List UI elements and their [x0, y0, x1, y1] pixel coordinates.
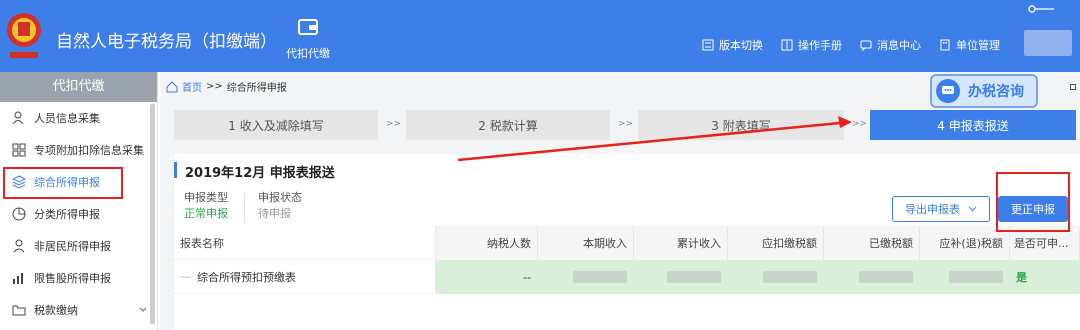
sidebar-title: 代扣代缴	[0, 72, 157, 102]
sidebar-item-nonresident-income[interactable]: 非居民所得申报	[0, 230, 157, 262]
sidebar-item-label: 非居民所得申报	[34, 240, 111, 253]
message-icon	[860, 40, 872, 51]
step-separator: >>	[618, 119, 634, 129]
declarable-cell: 是	[1010, 260, 1080, 294]
window-restore-icon[interactable]	[1070, 84, 1076, 90]
panel-title: 2019年12月 申报表报送	[174, 162, 335, 181]
chevron-down-icon	[139, 307, 147, 312]
sidebar-item-label: 专项附加扣除信息采集	[34, 144, 144, 157]
declare-type-key: 申报类型	[184, 191, 228, 204]
user-icon	[13, 239, 25, 253]
step-income-deduction[interactable]: 1 收入及减除填写	[174, 110, 378, 140]
app-title: 自然人电子税务局（扣缴端）	[56, 32, 277, 52]
grid-icon	[12, 143, 26, 157]
col-header-taxpayer-count: 纳税人数	[436, 226, 538, 260]
report-panel: 2019年12月 申报表报送 申报类型 正常申报 申报状态 待申报 导出申报表 …	[174, 154, 1080, 330]
manual-label: 操作手册	[798, 39, 842, 52]
manual-link[interactable]: 操作手册	[781, 37, 842, 53]
declare-type-value: 正常申报	[184, 207, 228, 220]
table-row[interactable]: — 综合所得预扣预缴表 -- 是	[174, 260, 1080, 294]
redacted-value	[949, 271, 1003, 283]
sidebar-item-label: 人员信息采集	[34, 112, 100, 125]
step-separator: >>	[386, 119, 402, 129]
step-tax-calc[interactable]: 2 税款计算	[406, 110, 610, 140]
redacted-value	[859, 271, 913, 283]
col-header-cumulative-income: 累计收入	[634, 226, 728, 260]
highlight-box-correct-button	[996, 172, 1070, 232]
taxpayer-count-cell: --	[436, 260, 538, 294]
tax-withheld-due-cell	[728, 260, 824, 294]
key-icon[interactable]	[1028, 4, 1056, 14]
home-icon	[166, 80, 178, 92]
current-income-cell	[538, 260, 634, 294]
redacted-value	[573, 271, 627, 283]
sidebar-item-label: 限售股所得申报	[34, 272, 111, 285]
sidebar: 代扣代缴 人员信息采集 专项附加扣除信息采集 综合所得申报 分类所得申报 非居民…	[0, 72, 158, 330]
sidebar-item-label: 税款缴纳	[34, 304, 78, 317]
tax-supplement-refund-cell	[920, 260, 1010, 294]
pie-icon	[12, 207, 26, 221]
sidebar-item-classified-income[interactable]: 分类所得申报	[0, 198, 157, 230]
org-manage-label: 单位管理	[956, 39, 1000, 52]
folder-icon	[12, 305, 26, 316]
top-nav-label: 代扣代缴	[286, 47, 330, 60]
col-header-current-income: 本期收入	[538, 226, 634, 260]
cumulative-income-cell	[634, 260, 728, 294]
sidebar-item-special-deduction[interactable]: 专项附加扣除信息采集	[0, 134, 157, 166]
col-header-tax-paid: 已缴税额	[824, 226, 920, 260]
tax-emblem-logo	[7, 13, 41, 58]
step-separator: >>	[852, 119, 868, 129]
breadcrumb-home[interactable]: 首页	[182, 79, 202, 94]
breadcrumb-current: 综合所得申报	[226, 83, 287, 94]
report-name-cell: — 综合所得预扣预缴表	[174, 260, 436, 294]
chat-icon	[936, 79, 960, 103]
message-center-link[interactable]: 消息中心	[860, 37, 921, 53]
building-icon	[940, 39, 950, 51]
chevron-down-icon	[968, 206, 977, 212]
col-header-tax-withheld-due: 应扣缴税额	[728, 226, 824, 260]
declare-status-key: 申报状态	[258, 191, 302, 204]
user-avatar[interactable]	[1024, 30, 1072, 56]
main-content: 首页 >> 综合所得申报 办税咨询 1 收入及减除填写 >> 2 税款计算 >>…	[160, 72, 1080, 330]
meta-divider	[244, 194, 245, 222]
tax-paid-cell	[824, 260, 920, 294]
version-switch-link[interactable]: 版本切换	[702, 37, 763, 53]
tree-dash-icon: —	[180, 270, 191, 283]
manual-icon	[781, 39, 793, 51]
redacted-value	[667, 271, 721, 283]
tax-consult-badge[interactable]: 办税咨询	[930, 74, 1038, 108]
col-header-report-name: 报表名称	[174, 226, 436, 260]
top-nav-withholding[interactable]: 代扣代缴	[282, 18, 334, 61]
header-links: 版本切换 操作手册 消息中心 单位管理	[702, 37, 1000, 53]
declare-type: 申报类型 正常申报	[184, 190, 228, 222]
message-center-label: 消息中心	[877, 39, 921, 52]
declare-status: 申报状态 待申报	[258, 190, 302, 222]
export-report-label: 导出申报表	[905, 203, 960, 216]
sidebar-item-tax-payment[interactable]: 税款缴纳	[0, 294, 157, 326]
switch-icon	[702, 39, 714, 51]
person-icon	[12, 111, 24, 125]
declarable-value: 是	[1016, 271, 1027, 284]
org-manage-link[interactable]: 单位管理	[939, 37, 1000, 53]
version-switch-label: 版本切换	[719, 39, 763, 52]
wallet-icon	[298, 19, 318, 35]
step-submit-report[interactable]: 4 申报表报送	[870, 110, 1076, 140]
bar-icon	[13, 273, 23, 284]
breadcrumb: 首页 >> 综合所得申报	[166, 79, 287, 94]
highlight-box-sidebar	[3, 167, 123, 199]
sidebar-item-person-info[interactable]: 人员信息采集	[0, 102, 157, 134]
step-attach-fill[interactable]: 3 附表填写	[638, 110, 844, 140]
app-header: 自然人电子税务局（扣缴端） 代扣代缴 版本切换 操作手册 消息中心 单位管理	[0, 0, 1080, 72]
report-name: 综合所得预扣预缴表	[197, 270, 296, 284]
export-report-button[interactable]: 导出申报表	[892, 196, 990, 222]
redacted-value	[763, 271, 817, 283]
declare-status-value: 待申报	[258, 207, 291, 220]
breadcrumb-sep: >>	[206, 81, 223, 92]
sidebar-scrollbar[interactable]	[150, 104, 155, 324]
tax-consult-label: 办税咨询	[968, 84, 1024, 100]
sidebar-item-restricted-shares[interactable]: 限售股所得申报	[0, 262, 157, 294]
sidebar-item-label: 分类所得申报	[34, 208, 100, 221]
table-header-row: 报表名称 纳税人数 本期收入 累计收入 应扣缴税额 已缴税额 应补(退)税额 是…	[174, 226, 1080, 260]
